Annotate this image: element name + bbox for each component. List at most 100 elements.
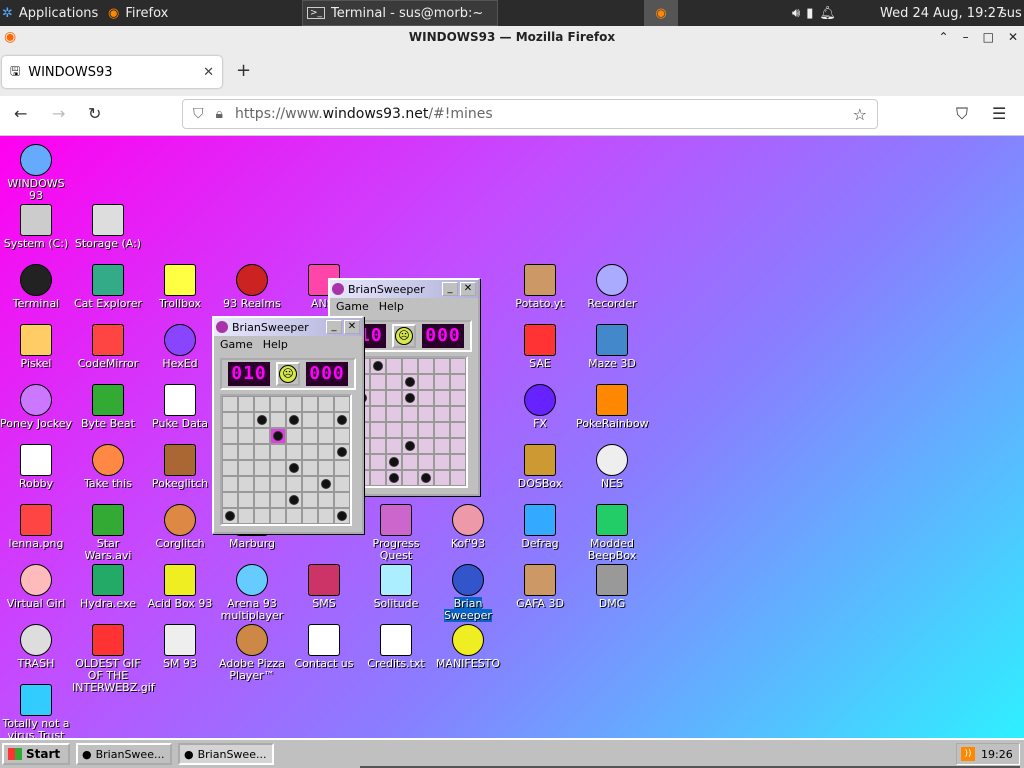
new-tab-icon[interactable]: + <box>236 60 251 81</box>
mine-cell[interactable] <box>302 428 318 444</box>
mine-cell[interactable] <box>386 390 402 406</box>
desktop-icon-sms[interactable]: SMS <box>288 564 360 610</box>
reload-icon[interactable]: ↻ <box>88 104 101 123</box>
mine-cell[interactable] <box>238 428 254 444</box>
mine-cell[interactable] <box>238 492 254 508</box>
mine-cell[interactable] <box>434 454 450 470</box>
desktop-icon-dosbox[interactable]: DOSBox <box>504 444 576 490</box>
mine-cell[interactable] <box>334 396 350 412</box>
menu-game[interactable]: Game <box>220 338 253 352</box>
mine-cell[interactable] <box>286 492 302 508</box>
mine-cell[interactable] <box>222 492 238 508</box>
mine-cell[interactable] <box>238 396 254 412</box>
mine-cell[interactable] <box>370 358 386 374</box>
mine-cell[interactable] <box>418 406 434 422</box>
mine-cell[interactable] <box>302 444 318 460</box>
lock-icon[interactable]: 🔒︎ <box>216 106 223 122</box>
mine-cell[interactable] <box>370 438 386 454</box>
mine-cell[interactable] <box>254 396 270 412</box>
mine-cell[interactable] <box>222 428 238 444</box>
desktop-icon-hydra-exe[interactable]: Hydra.exe <box>72 564 144 610</box>
desktop-icon-modded-beepbox[interactable]: Modded BeepBox <box>576 504 648 562</box>
mine-cell[interactable] <box>238 476 254 492</box>
mine-cell[interactable] <box>386 454 402 470</box>
pocket-icon[interactable]: ⛉ <box>956 104 968 124</box>
menu-help[interactable]: Help <box>379 300 404 314</box>
user-menu[interactable]: sus <box>1000 0 1022 26</box>
mine-cell[interactable] <box>450 438 466 454</box>
mine-cell[interactable] <box>386 438 402 454</box>
mine-cell[interactable] <box>370 470 386 486</box>
close-icon[interactable]: ✕ <box>460 282 476 296</box>
mine-cell[interactable] <box>254 492 270 508</box>
mine-cell[interactable] <box>450 470 466 486</box>
menu-help[interactable]: Help <box>263 338 288 352</box>
taskbar-item-briansweeper-1[interactable]: ● BrianSwee... <box>76 743 172 765</box>
window-titlebar[interactable]: BrianSweeper _ ✕ <box>214 318 362 336</box>
mine-cell[interactable] <box>318 460 334 476</box>
mine-cell[interactable] <box>270 492 286 508</box>
reset-button[interactable]: ☹ <box>276 362 300 386</box>
mine-cell[interactable] <box>386 358 402 374</box>
mine-cell[interactable] <box>318 476 334 492</box>
minimize-icon[interactable]: _ <box>326 320 342 334</box>
close-tab-icon[interactable]: ✕ <box>203 65 214 80</box>
rss-icon[interactable]: )) <box>961 747 975 761</box>
back-icon[interactable]: ← <box>14 104 27 123</box>
desktop-icon-robby[interactable]: Robby <box>0 444 72 490</box>
mine-cell[interactable] <box>238 508 254 524</box>
mine-cell[interactable] <box>286 412 302 428</box>
mine-cell[interactable] <box>450 406 466 422</box>
mine-cell[interactable] <box>402 374 418 390</box>
volume-icon[interactable]: 🔊︎ <box>792 6 800 21</box>
mine-cell[interactable] <box>418 358 434 374</box>
desktop-icon-codemirror[interactable]: CodeMirror <box>72 324 144 370</box>
mine-cell[interactable] <box>254 412 270 428</box>
mine-cell[interactable] <box>238 460 254 476</box>
mine-cell[interactable] <box>418 454 434 470</box>
mine-cell[interactable] <box>302 476 318 492</box>
mine-cell[interactable] <box>222 444 238 460</box>
desktop-icon-credits-txt[interactable]: Credits.txt <box>360 624 432 670</box>
mine-cell[interactable] <box>434 438 450 454</box>
url-bar[interactable]: ⛉ 🔒︎ https://www.windows93.net/#!mines ☆ <box>182 99 878 129</box>
collapse-icon[interactable]: ⌃ <box>939 26 949 48</box>
mine-cell[interactable] <box>254 476 270 492</box>
desktop-icon-corglitch[interactable]: Corglitch <box>144 504 216 550</box>
desktop-icon-recorder[interactable]: Recorder <box>576 264 648 310</box>
desktop-icon-puke-data[interactable]: Puke Data <box>144 384 216 430</box>
mine-cell[interactable] <box>370 422 386 438</box>
mine-cell[interactable] <box>286 396 302 412</box>
desktop-icon-progress-quest[interactable]: Progress Quest <box>360 504 432 562</box>
mine-cell[interactable] <box>302 396 318 412</box>
mine-cell[interactable] <box>402 454 418 470</box>
mine-cell[interactable] <box>434 406 450 422</box>
mine-cell[interactable] <box>434 390 450 406</box>
mine-cell[interactable] <box>286 508 302 524</box>
mine-cell[interactable] <box>402 390 418 406</box>
mine-cell[interactable] <box>302 492 318 508</box>
desktop-icon-piskel[interactable]: Piskel <box>0 324 72 370</box>
mine-cell[interactable] <box>450 374 466 390</box>
mine-cell[interactable] <box>334 444 350 460</box>
mine-cell[interactable] <box>434 470 450 486</box>
mine-cell[interactable] <box>418 422 434 438</box>
mine-cell[interactable] <box>254 428 270 444</box>
shield-icon[interactable]: ⛉ <box>193 106 204 122</box>
desktop-icon-star-wars-avi[interactable]: Star Wars.avi <box>72 504 144 562</box>
firefox-workspace-icon[interactable]: ◉ <box>644 0 678 26</box>
mine-cell[interactable] <box>370 406 386 422</box>
desktop-icon-fx[interactable]: FX <box>504 384 576 430</box>
taskbar-item-briansweeper-2[interactable]: ● BrianSwee... <box>178 743 274 765</box>
applications-menu[interactable]: ✲ Applications <box>2 0 98 26</box>
desktop-icon-manifesto[interactable]: MANIFESTO <box>432 624 504 670</box>
mine-cell[interactable] <box>434 422 450 438</box>
desktop-icon-contact-us[interactable]: Contact us <box>288 624 360 670</box>
close-icon[interactable]: ✕ <box>1008 26 1018 48</box>
mine-cell[interactable] <box>318 492 334 508</box>
mine-cell[interactable] <box>334 412 350 428</box>
mine-cell[interactable] <box>222 412 238 428</box>
mine-cell[interactable] <box>222 396 238 412</box>
mine-cell[interactable] <box>434 374 450 390</box>
mine-cell[interactable] <box>270 508 286 524</box>
